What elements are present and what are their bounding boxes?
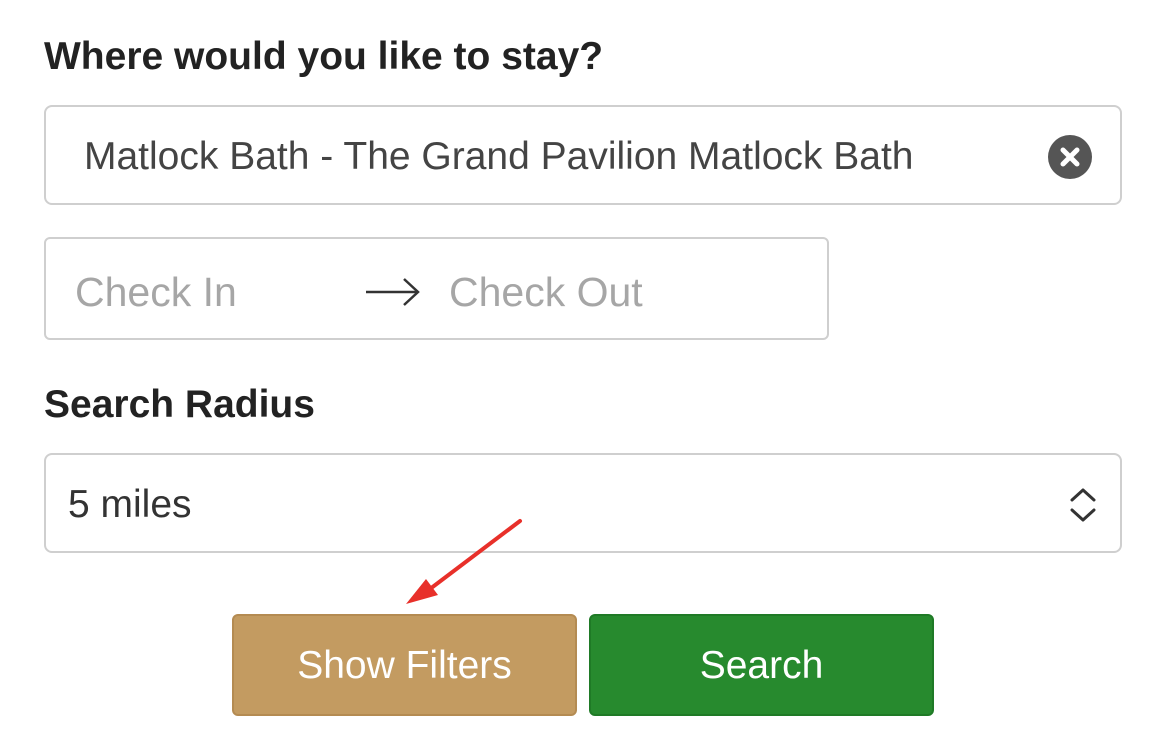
check-out-field[interactable]: Check Out: [449, 269, 643, 315]
chevron-up-down-icon: [1070, 488, 1096, 522]
location-heading: Where would you like to stay?: [44, 35, 604, 78]
search-radius-value: 5 miles: [68, 483, 192, 526]
arrow-right-icon: [366, 278, 420, 306]
search-button[interactable]: Search: [589, 614, 934, 716]
check-in-field[interactable]: Check In: [75, 269, 237, 315]
search-form: Where would you like to stay? Matlock Ba…: [0, 0, 1164, 750]
show-filters-button[interactable]: Show Filters: [232, 614, 577, 716]
search-radius-select[interactable]: 5 miles: [44, 453, 1122, 553]
location-value: Matlock Bath - The Grand Pavilion Matloc…: [84, 135, 914, 178]
date-range-input[interactable]: Check In Check Out: [44, 237, 829, 340]
clear-icon[interactable]: [1048, 135, 1092, 179]
location-input[interactable]: Matlock Bath - The Grand Pavilion Matloc…: [44, 105, 1122, 205]
search-radius-heading: Search Radius: [44, 383, 315, 426]
